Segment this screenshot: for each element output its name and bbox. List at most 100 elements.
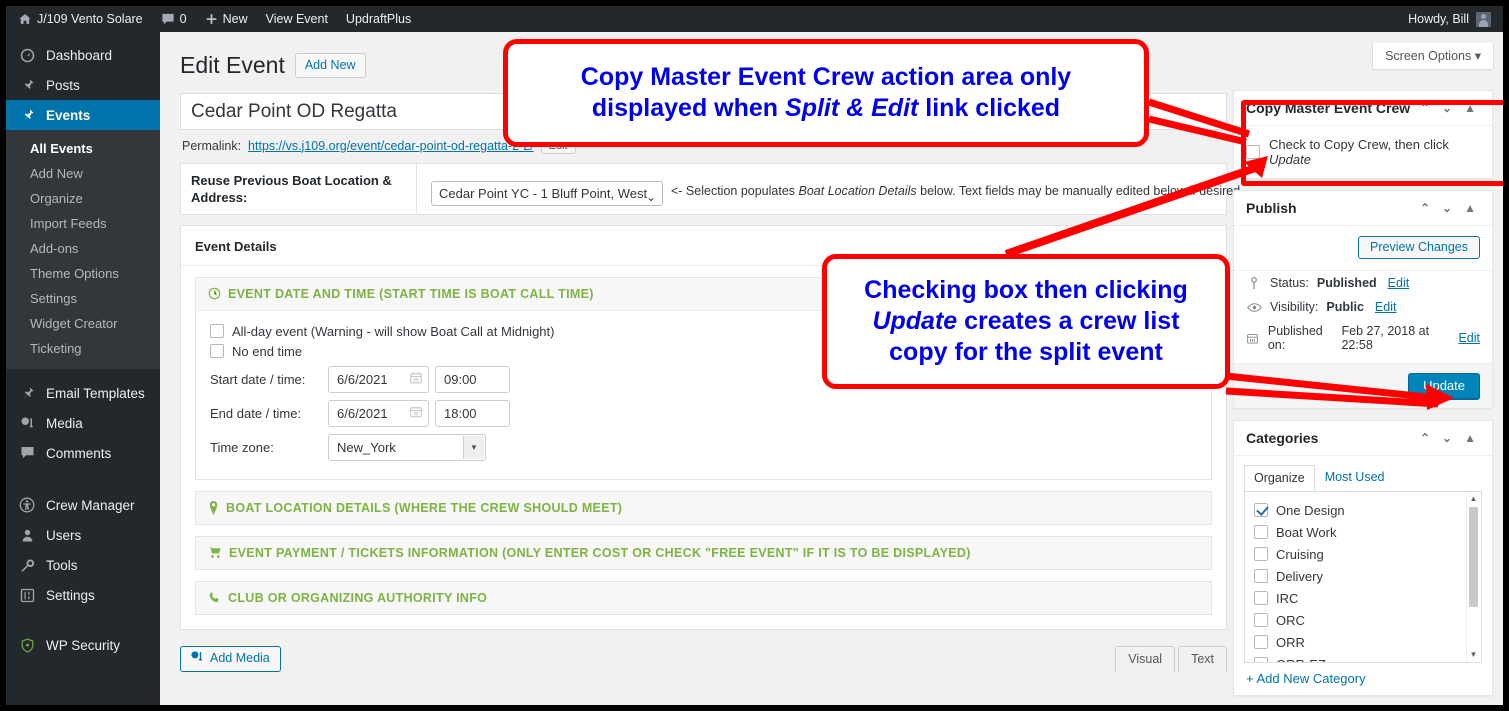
end-time-input[interactable]: 18:00 <box>435 399 510 427</box>
sidebar-item-theme-options[interactable]: Theme Options <box>6 261 160 286</box>
reuse-location-select[interactable]: Cedar Point YC - 1 Bluff Point, West ⌄ <box>431 180 663 206</box>
sidebar-label-crew-manager: Crew Manager <box>46 497 135 513</box>
avatar <box>1476 11 1491 27</box>
category-label: Cruising <box>1276 546 1324 562</box>
sidebar-item-settings[interactable]: Settings <box>6 286 160 311</box>
sidebar-item-widget-creator[interactable]: Widget Creator <box>6 311 160 336</box>
timezone-row: Time zone: New_York ▼ <box>210 433 1197 461</box>
sidebar-item-all-events[interactable]: All Events <box>6 136 160 161</box>
sidebar-item-users[interactable]: Users <box>6 520 160 550</box>
categories-scrollbar[interactable]: ▲ ▼ <box>1466 493 1480 661</box>
sidebar-label-users: Users <box>46 527 82 543</box>
sidebar-item-organize[interactable]: Organize <box>6 186 160 211</box>
sidebar-item-media[interactable]: Media <box>6 408 160 438</box>
tab-text[interactable]: Text <box>1178 645 1227 672</box>
category-row[interactable]: Boat Work <box>1254 521 1481 543</box>
boat-location-section-header[interactable]: BOAT LOCATION DETAILS (WHERE THE CREW SH… <box>196 491 1211 524</box>
adminbar-comments[interactable]: 0 <box>152 6 196 32</box>
adminbar-view-event[interactable]: View Event <box>257 6 337 32</box>
publish-status-edit[interactable]: Edit <box>1388 276 1410 290</box>
sidebar-item-add-new[interactable]: Add New <box>6 161 160 186</box>
category-label: ORC <box>1276 612 1305 628</box>
scroll-down-icon[interactable]: ▼ <box>1467 649 1480 661</box>
category-row[interactable]: One Design <box>1254 499 1481 521</box>
sidebar-item-ticketing[interactable]: Ticketing <box>6 336 160 361</box>
category-row[interactable]: ORR-EZ <box>1254 653 1481 662</box>
sidebar-item-events[interactable]: Events <box>6 100 168 130</box>
callout-1-line2-pre: displayed when <box>591 94 786 122</box>
toggle-panel-icon[interactable]: ▲ <box>1458 202 1482 214</box>
category-checkbox[interactable] <box>1254 635 1268 649</box>
category-checkbox[interactable] <box>1254 591 1268 605</box>
move-down-icon[interactable]: ⌄ <box>1436 202 1458 214</box>
category-checkbox[interactable] <box>1254 613 1268 627</box>
add-new-button[interactable]: Add New <box>294 53 366 79</box>
callout-2-line2-post: creates a crew list <box>957 306 1180 335</box>
payment-section-header[interactable]: EVENT PAYMENT / TICKETS INFORMATION (ONL… <box>196 536 1211 569</box>
category-row[interactable]: Cruising <box>1254 543 1481 565</box>
publish-visibility-value: Public <box>1326 300 1364 314</box>
noend-checkbox[interactable] <box>210 344 224 359</box>
club-info-section-header[interactable]: CLUB OR ORGANIZING AUTHORITY INFO <box>196 581 1211 614</box>
adminbar-site-name[interactable]: J/109 Vento Solare <box>6 6 152 32</box>
end-date-input[interactable]: 6/6/2021 <box>328 399 429 427</box>
category-row[interactable]: ORC <box>1254 609 1481 631</box>
tab-organize[interactable]: Organize <box>1244 465 1315 492</box>
comment-bubble-icon <box>161 13 175 26</box>
update-button[interactable]: Update <box>1408 373 1480 399</box>
category-checkbox[interactable] <box>1254 547 1268 561</box>
scroll-up-icon[interactable]: ▲ <box>1467 493 1480 505</box>
permalink-link[interactable]: https://vs.j109.org/event/cedar-point-od… <box>248 139 534 153</box>
sidebar-item-email-templates[interactable]: Email Templates <box>6 378 160 408</box>
category-row[interactable]: Delivery <box>1254 565 1481 587</box>
timezone-value: New_York <box>337 439 396 455</box>
start-time-input[interactable]: 09:00 <box>435 365 510 393</box>
category-label: Delivery <box>1276 568 1323 584</box>
publish-date-edit[interactable]: Edit <box>1458 331 1480 345</box>
category-checkbox[interactable] <box>1254 525 1268 539</box>
calendar-icon[interactable] <box>409 371 423 387</box>
scrollbar-thumb[interactable] <box>1469 507 1478 607</box>
category-row[interactable]: ORR <box>1254 631 1481 653</box>
screen-options-toggle[interactable]: Screen Options ▾ <box>1372 43 1494 70</box>
preview-changes-button[interactable]: Preview Changes <box>1358 236 1480 259</box>
sidebar-item-add-ons[interactable]: Add-ons <box>6 236 160 261</box>
sidebar-label-tools: Tools <box>46 557 78 573</box>
adminbar-updraftplus[interactable]: UpdraftPlus <box>337 6 420 32</box>
category-checkbox[interactable] <box>1254 569 1268 583</box>
sidebar-item-wp-security[interactable]: WP Security <box>6 630 160 660</box>
move-up-icon[interactable]: ⌃ <box>1414 432 1436 444</box>
end-datetime-row: End date / time: 6/6/2021 18:00 <box>210 399 1197 427</box>
media-icon <box>190 650 204 667</box>
sidebar-item-tools[interactable]: Tools <box>6 550 160 580</box>
tab-most-used[interactable]: Most Used <box>1315 464 1395 491</box>
move-up-icon[interactable]: ⌃ <box>1414 202 1436 214</box>
start-date-input[interactable]: 6/6/2021 <box>328 365 429 393</box>
sidebar-item-dashboard[interactable]: Dashboard <box>6 40 160 70</box>
category-checkbox[interactable] <box>1254 503 1268 517</box>
sidebar-item-import-feeds[interactable]: Import Feeds <box>6 211 160 236</box>
toggle-panel-icon[interactable]: ▲ <box>1458 432 1482 444</box>
chevron-down-icon[interactable]: ▼ <box>463 435 484 459</box>
category-row[interactable]: IRC <box>1254 587 1481 609</box>
add-new-category-link[interactable]: + Add New Category <box>1234 671 1492 695</box>
end-date-value: 6/6/2021 <box>337 405 388 421</box>
callout-2-line3: copy for the split event <box>889 338 1163 367</box>
calendar-icon[interactable] <box>409 405 423 421</box>
adminbar-howdy[interactable]: Howdy, Bill <box>1408 11 1503 27</box>
admin-sidebar: Dashboard Posts Events All Events Add Ne… <box>6 32 168 705</box>
move-down-icon[interactable]: ⌄ <box>1436 432 1458 444</box>
category-checkbox[interactable] <box>1254 657 1268 662</box>
sidebar-item-posts[interactable]: Posts <box>6 70 160 100</box>
sidebar-item-settings[interactable]: Settings <box>6 580 160 610</box>
adminbar-new-label: New <box>222 12 248 26</box>
sidebar-item-crew-manager[interactable]: Crew Manager <box>6 490 160 520</box>
add-media-button[interactable]: Add Media <box>180 645 281 672</box>
tab-visual[interactable]: Visual <box>1115 645 1176 672</box>
adminbar-new[interactable]: New <box>196 6 257 32</box>
howdy-label: Howdy, Bill <box>1408 12 1469 26</box>
allday-checkbox[interactable] <box>210 324 224 339</box>
sidebar-item-comments[interactable]: Comments <box>6 438 160 468</box>
publish-visibility-edit[interactable]: Edit <box>1375 300 1397 314</box>
timezone-select[interactable]: New_York ▼ <box>328 433 486 461</box>
